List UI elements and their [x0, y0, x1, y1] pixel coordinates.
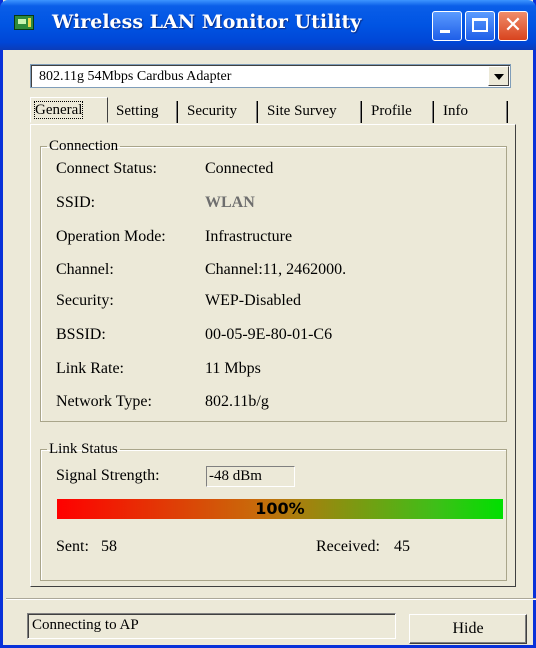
- maximize-icon: [472, 18, 488, 32]
- channel-label: Channel:: [56, 261, 114, 278]
- hide-button[interactable]: Hide: [409, 614, 527, 644]
- wireless-card-icon: [14, 15, 34, 30]
- received-label: Received:: [316, 538, 380, 555]
- sent-value: 58: [101, 538, 117, 555]
- bssid-label: BSSID:: [56, 326, 106, 343]
- network-type-value: 802.11b/g: [205, 393, 269, 410]
- link-quality-bar: 100%: [57, 499, 503, 519]
- divider: [6, 598, 536, 600]
- window-title: Wireless LAN Monitor Utility: [52, 11, 362, 33]
- network-type-label: Network Type:: [56, 393, 152, 410]
- tab-info[interactable]: Info: [439, 99, 499, 123]
- close-icon: ✕: [503, 13, 523, 38]
- tab-strip: General Setting Security Site Survey Pro…: [30, 97, 515, 125]
- ssid-value: WLAN: [205, 194, 255, 211]
- tab-separator: [176, 101, 178, 123]
- ssid-label: SSID:: [56, 194, 96, 211]
- maximize-button[interactable]: [465, 11, 495, 41]
- tab-setting-label: Setting: [116, 103, 159, 119]
- tab-security-label: Security: [187, 103, 237, 119]
- tab-profile-label: Profile: [371, 103, 412, 119]
- security-value: WEP-Disabled: [205, 292, 301, 309]
- tab-general[interactable]: General: [30, 97, 108, 123]
- chevron-down-icon: [494, 74, 504, 80]
- tab-separator: [256, 101, 258, 123]
- tab-info-label: Info: [443, 103, 468, 119]
- bssid-value: 00-05-9E-80-01-C6: [205, 326, 333, 343]
- connect-status-label: Connect Status:: [56, 160, 157, 177]
- status-bar: Connecting to AP: [27, 613, 396, 639]
- connect-status-value: Connected: [205, 160, 274, 177]
- tab-site-survey[interactable]: Site Survey: [263, 99, 363, 123]
- adapter-select-value: 802.11g 54Mbps Cardbus Adapter: [39, 69, 232, 84]
- tab-separator: [506, 101, 508, 123]
- connection-group-title: Connection: [49, 138, 119, 154]
- tab-separator: [432, 101, 434, 123]
- app-window: Wireless LAN Monitor Utility ✕ 802.11g 5…: [0, 0, 536, 648]
- close-button[interactable]: ✕: [498, 11, 528, 41]
- adapter-dropdown-button[interactable]: [488, 66, 509, 86]
- sent-label: Sent:: [56, 538, 89, 555]
- link-status-group-title: Link Status: [49, 441, 118, 457]
- tab-general-label: General: [33, 101, 84, 119]
- signal-strength-value: -48 dBm: [206, 466, 295, 487]
- tab-setting[interactable]: Setting: [112, 99, 174, 123]
- tab-site-survey-label: Site Survey: [267, 103, 337, 119]
- signal-strength-label: Signal Strength:: [56, 467, 160, 484]
- tab-security[interactable]: Security: [183, 99, 259, 123]
- link-rate-value: 11 Mbps: [205, 360, 261, 377]
- tab-separator: [360, 101, 362, 123]
- channel-value: Channel:11, 2462000.: [205, 261, 347, 278]
- tab-profile[interactable]: Profile: [367, 99, 431, 123]
- minimize-button[interactable]: [432, 11, 462, 41]
- operation-mode-value: Infrastructure: [205, 228, 293, 245]
- security-label: Security:: [56, 292, 114, 309]
- minimize-icon: [440, 30, 450, 33]
- adapter-select[interactable]: 802.11g 54Mbps Cardbus Adapter: [30, 64, 511, 88]
- received-value: 45: [394, 538, 410, 555]
- title-bar[interactable]: Wireless LAN Monitor Utility ✕: [0, 0, 536, 50]
- operation-mode-label: Operation Mode:: [56, 228, 166, 245]
- link-quality-percent: 100%: [255, 499, 305, 518]
- connection-group: Connection: [40, 138, 507, 422]
- link-rate-label: Link Rate:: [56, 360, 124, 377]
